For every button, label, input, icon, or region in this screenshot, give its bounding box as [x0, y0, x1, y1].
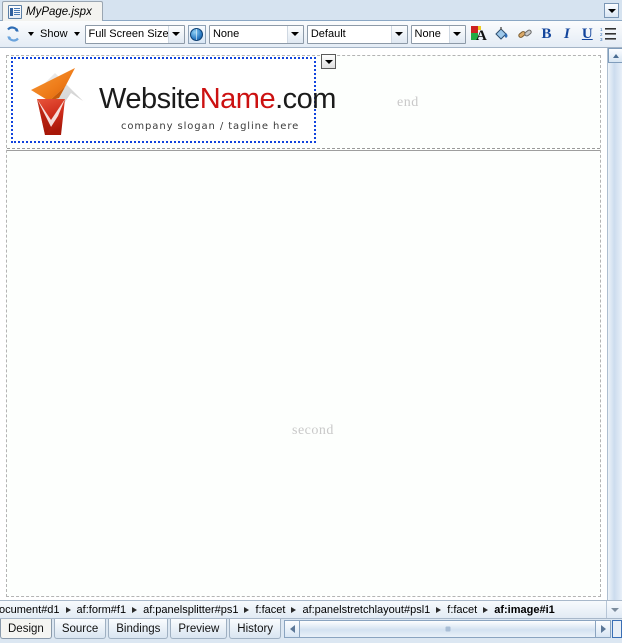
breadcrumb-item-facet-1[interactable]: f:facet [252, 604, 288, 616]
show-dropdown-arrow[interactable] [73, 32, 80, 36]
horizontal-scroll-track[interactable] [300, 620, 595, 638]
font-family-select[interactable]: Default [306, 24, 408, 44]
component-breadcrumb: ocument#d1 af:form#f1 af:panelsplitter#p… [0, 600, 622, 619]
browser-preview-button[interactable] [187, 24, 206, 44]
font-color-button[interactable]: A [469, 24, 489, 44]
scroll-right-button[interactable] [595, 620, 611, 638]
breadcrumb-separator-icon [65, 606, 71, 613]
logo-name-text: WebsiteName.com [99, 83, 336, 116]
chevron-down-icon [286, 25, 303, 43]
scroll-left-button[interactable] [284, 620, 301, 638]
website-logo: WebsiteName.com company slogan / tagline… [19, 61, 336, 142]
numbered-list-icon: 1 2 3 [600, 25, 618, 43]
italic-button[interactable]: I [558, 25, 575, 43]
breadcrumb-separator-icon [291, 606, 297, 613]
scroll-corner [612, 620, 622, 638]
scroll-up-icon [612, 53, 619, 58]
bold-button[interactable]: B [538, 25, 555, 43]
facet-second-label: second [292, 423, 334, 438]
style-class-value: None [212, 28, 240, 40]
breadcrumb-separator-icon [483, 606, 489, 613]
editor-mode-tabbar: Design Source Bindings Preview History [0, 619, 622, 643]
splitter-second-pane[interactable]: second [7, 150, 600, 596]
scroll-thumb-grip[interactable] [445, 626, 451, 632]
logo-name-part2: Name [199, 83, 276, 115]
logo-name-part3: .com [275, 83, 336, 115]
numbered-list-button[interactable]: 1 2 3 [599, 24, 619, 44]
breadcrumb-item-facet-2[interactable]: f:facet [444, 604, 480, 616]
breadcrumb-overflow-button[interactable] [606, 601, 622, 618]
jsp-document-outline: WebsiteName.com company slogan / tagline… [6, 54, 601, 597]
canvas-horizontal-scrollbar[interactable] [284, 620, 622, 638]
refresh-sync-icon [4, 25, 22, 43]
orange-checkmark-logo-icon [25, 63, 97, 142]
font-size-value: None [414, 28, 441, 40]
breadcrumb-overflow-icon [610, 607, 619, 612]
breadcrumb-item-form[interactable]: af:form#f1 [74, 604, 130, 616]
link-icon [516, 25, 534, 43]
chevron-down-icon [607, 8, 616, 13]
canvas-vertical-scrollbar[interactable] [607, 48, 622, 603]
font-size-select[interactable]: None [410, 24, 466, 44]
breadcrumb-item-panelstretchlayout[interactable]: af:panelstretchlayout#psl1 [299, 604, 433, 616]
document-tab-mypage-jspx[interactable]: MyPage.jspx [2, 1, 103, 21]
style-class-select[interactable]: None [208, 24, 304, 44]
breadcrumb-separator-icon [436, 606, 442, 613]
svg-text:3: 3 [600, 37, 603, 42]
scroll-left-icon [289, 625, 295, 633]
breadcrumb-item-document[interactable]: ocument#d1 [0, 604, 63, 616]
scroll-track[interactable] [608, 63, 622, 603]
document-tab-label: MyPage.jspx [26, 5, 92, 18]
breadcrumb-separator-icon [244, 606, 250, 613]
insert-link-button[interactable] [515, 24, 535, 44]
design-toolbar: Show Full Screen Size None Default None … [0, 21, 622, 48]
tab-preview[interactable]: Preview [170, 619, 228, 639]
scroll-right-icon [600, 625, 606, 633]
breadcrumb-separator-icon [132, 606, 138, 613]
logo-tagline: company slogan / tagline here [121, 121, 300, 132]
background-color-button[interactable] [492, 24, 512, 44]
chevron-down-icon [390, 25, 407, 43]
document-tab-strip: MyPage.jspx [0, 0, 622, 21]
refresh-button[interactable] [3, 24, 23, 44]
logo-name-part1: Website [99, 83, 200, 115]
chevron-down-icon [324, 59, 333, 64]
refresh-dropdown-arrow[interactable] [28, 32, 34, 36]
breadcrumb-items: ocument#d1 af:form#f1 af:panelsplitter#p… [0, 604, 606, 616]
tab-list-dropdown-button[interactable] [604, 3, 619, 18]
design-canvas[interactable]: WebsiteName.com company slogan / tagline… [0, 48, 607, 603]
facet-end-label: end [397, 95, 419, 110]
image-context-menu-handle[interactable] [321, 54, 336, 69]
screen-size-select[interactable]: Full Screen Size [84, 24, 185, 44]
font-family-value: Default [310, 28, 346, 40]
splitter-first-pane[interactable]: WebsiteName.com company slogan / tagline… [7, 54, 600, 149]
tab-bindings[interactable]: Bindings [108, 619, 169, 639]
tab-history[interactable]: History [229, 619, 282, 639]
underline-button[interactable]: U [579, 25, 596, 43]
jspx-document-icon [8, 4, 22, 19]
show-menu-label[interactable]: Show [39, 28, 69, 40]
chevron-down-icon [167, 25, 184, 43]
tab-source[interactable]: Source [53, 619, 107, 639]
breadcrumb-item-panelsplitter[interactable]: af:panelsplitter#ps1 [140, 604, 241, 616]
screen-size-value: Full Screen Size [88, 28, 168, 40]
font-color-icon: A [470, 25, 488, 44]
af-image-component[interactable]: WebsiteName.com company slogan / tagline… [11, 57, 336, 143]
tab-design[interactable]: Design [0, 619, 52, 639]
breadcrumb-item-image[interactable]: af:image#i1 [491, 604, 558, 616]
scroll-up-button[interactable] [608, 48, 622, 63]
globe-icon [190, 27, 204, 41]
chevron-down-icon [448, 25, 465, 43]
paint-bucket-icon [493, 25, 511, 43]
svg-text:A: A [476, 28, 487, 43]
